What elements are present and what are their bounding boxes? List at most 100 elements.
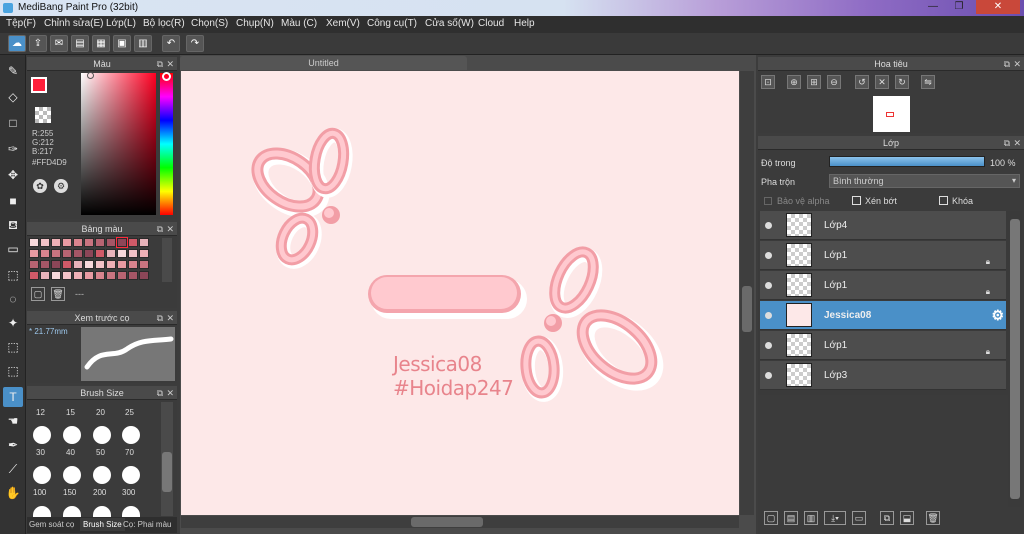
popout-icon[interactable]: ⧉ [157,222,163,236]
size-label[interactable]: 50 [96,448,105,457]
color-swatch[interactable] [95,238,105,247]
message-icon[interactable]: ▤ [71,35,89,52]
color-swatch[interactable] [106,238,116,247]
new-8bit-layer-icon[interactable]: ▥ [804,511,818,525]
lasso-icon[interactable]: ◌ [3,289,23,309]
hue-slider[interactable] [160,73,173,215]
swatch-scrollbar[interactable] [162,238,172,282]
upload-icon[interactable]: ⇪ [29,35,47,52]
color-swatch[interactable] [128,271,138,280]
brush-size-dot[interactable] [33,426,51,444]
brush-size-scrollbar[interactable] [161,402,173,516]
color-swatch[interactable] [73,249,83,258]
color-swatch[interactable] [116,237,128,248]
menu-file[interactable]: Tệp(F) [6,18,36,29]
scrollbar-thumb[interactable] [162,452,172,492]
menu-tools[interactable]: Công cụ(T) [367,18,417,29]
color-swatch[interactable] [51,260,61,269]
color-swatch[interactable] [51,271,61,280]
zoom-in-icon[interactable]: ⊕ [787,75,801,89]
tab-brush-fade[interactable]: Cọ: Phai màu [123,520,171,529]
viewport-indicator[interactable] [886,112,894,117]
visibility-icon[interactable] [765,342,772,349]
color-swatch[interactable] [139,238,149,247]
popout-icon[interactable]: ⧉ [1004,136,1010,150]
brush-size-dot[interactable] [33,466,51,484]
color-swatch[interactable] [29,271,39,280]
color-swatch[interactable] [106,260,116,269]
layer-row[interactable]: Lớp3 [760,361,1006,390]
close-icon[interactable]: ✕ [1013,136,1021,150]
color-swatch[interactable] [62,249,72,258]
bucket-tool-icon[interactable]: ⛾ [3,215,23,235]
menu-cloud[interactable]: Cloud [478,18,504,29]
color-swatch[interactable] [40,260,50,269]
protect-alpha-checkbox[interactable] [764,197,772,205]
new-halftone-layer-icon[interactable]: ▤ [784,511,798,525]
select-pen-icon[interactable]: ⬚ [3,337,23,357]
color-swatch[interactable] [29,238,39,247]
layer-row[interactable]: Lớp1 🔒︎ [760,271,1006,300]
menu-select[interactable]: Chọn(S) [191,18,228,29]
color-picker-cursor[interactable] [87,72,94,79]
layer-row[interactable]: Lớp4 [760,211,1006,240]
color-swatch[interactable] [62,238,72,247]
opacity-slider[interactable] [829,156,985,167]
scrollbar-thumb[interactable] [742,286,752,332]
palette-settings-icon[interactable]: ⚙ [54,179,68,193]
menu-help[interactable]: Help [514,18,535,29]
color-swatch[interactable] [84,260,94,269]
popout-icon[interactable]: ⧉ [157,311,163,325]
delete-layer-icon[interactable]: 🗑 [926,511,940,525]
color-swatch[interactable] [84,249,94,258]
pen-tool-icon[interactable]: ✑ [3,139,23,159]
color-swatch[interactable] [139,249,149,258]
color-swatch[interactable] [95,260,105,269]
size-label[interactable]: 25 [125,408,134,417]
color-swatch[interactable] [106,249,116,258]
color-swatch[interactable] [40,271,50,280]
grid-icon[interactable]: ▥ [134,35,152,52]
tab-brush-control[interactable]: Gem soát cọ [29,520,74,529]
visibility-icon[interactable] [765,282,772,289]
layer-row[interactable]: Lớp1 🔒︎ [760,241,1006,270]
close-icon[interactable]: ✕ [166,386,174,400]
fill-rect-tool-icon[interactable]: ■ [3,191,23,211]
layer-scrollbar[interactable] [1008,211,1022,507]
visibility-icon[interactable] [765,372,772,379]
size-label[interactable]: 200 [93,488,106,497]
size-label[interactable]: 100 [33,488,46,497]
eyedropper-icon[interactable]: ✒ [3,435,23,455]
popout-icon[interactable]: ⧉ [157,386,163,400]
close-icon[interactable]: ✕ [166,311,174,325]
visibility-icon[interactable] [765,252,772,259]
close-button[interactable]: ✕ [976,0,1020,14]
size-label[interactable]: 15 [66,408,75,417]
color-swatch[interactable] [29,249,39,258]
size-label[interactable]: 300 [122,488,135,497]
size-label[interactable]: 12 [36,408,45,417]
blend-mode-select[interactable]: Bình thường ▾ [829,174,1020,188]
zoom-fit-icon[interactable]: ⊡ [761,75,775,89]
cloud-icon[interactable]: ☁ [8,35,26,52]
eraser-tool-icon[interactable]: ◇ [3,87,23,107]
color-swatch[interactable] [40,238,50,247]
color-swatch[interactable] [62,271,72,280]
brush-size-dot[interactable] [63,466,81,484]
size-label[interactable]: 70 [125,448,134,457]
menu-edit[interactable]: Chỉnh sửa(E) [44,18,104,29]
primary-color-swatch[interactable] [31,77,47,93]
undo-icon[interactable]: ↶ [162,35,180,52]
menu-color[interactable]: Màu (C) [281,18,317,29]
menu-filter[interactable]: Bộ lọc(R) [143,18,185,29]
color-swatch[interactable] [95,249,105,258]
scrollbar-thumb[interactable] [411,517,483,527]
menu-capture[interactable]: Chụp(N) [236,18,274,29]
merge-layer-icon[interactable]: ⬓ [900,511,914,525]
zoom-out-icon[interactable]: ⊖ [827,75,841,89]
color-swatch[interactable] [84,271,94,280]
transparent-color-swatch[interactable] [35,107,51,123]
color-swatch[interactable] [51,249,61,258]
drawing-canvas[interactable]: Jessica08 #Hoidap247 [181,71,739,515]
delete-swatch-icon[interactable]: 🗑 [51,287,65,301]
